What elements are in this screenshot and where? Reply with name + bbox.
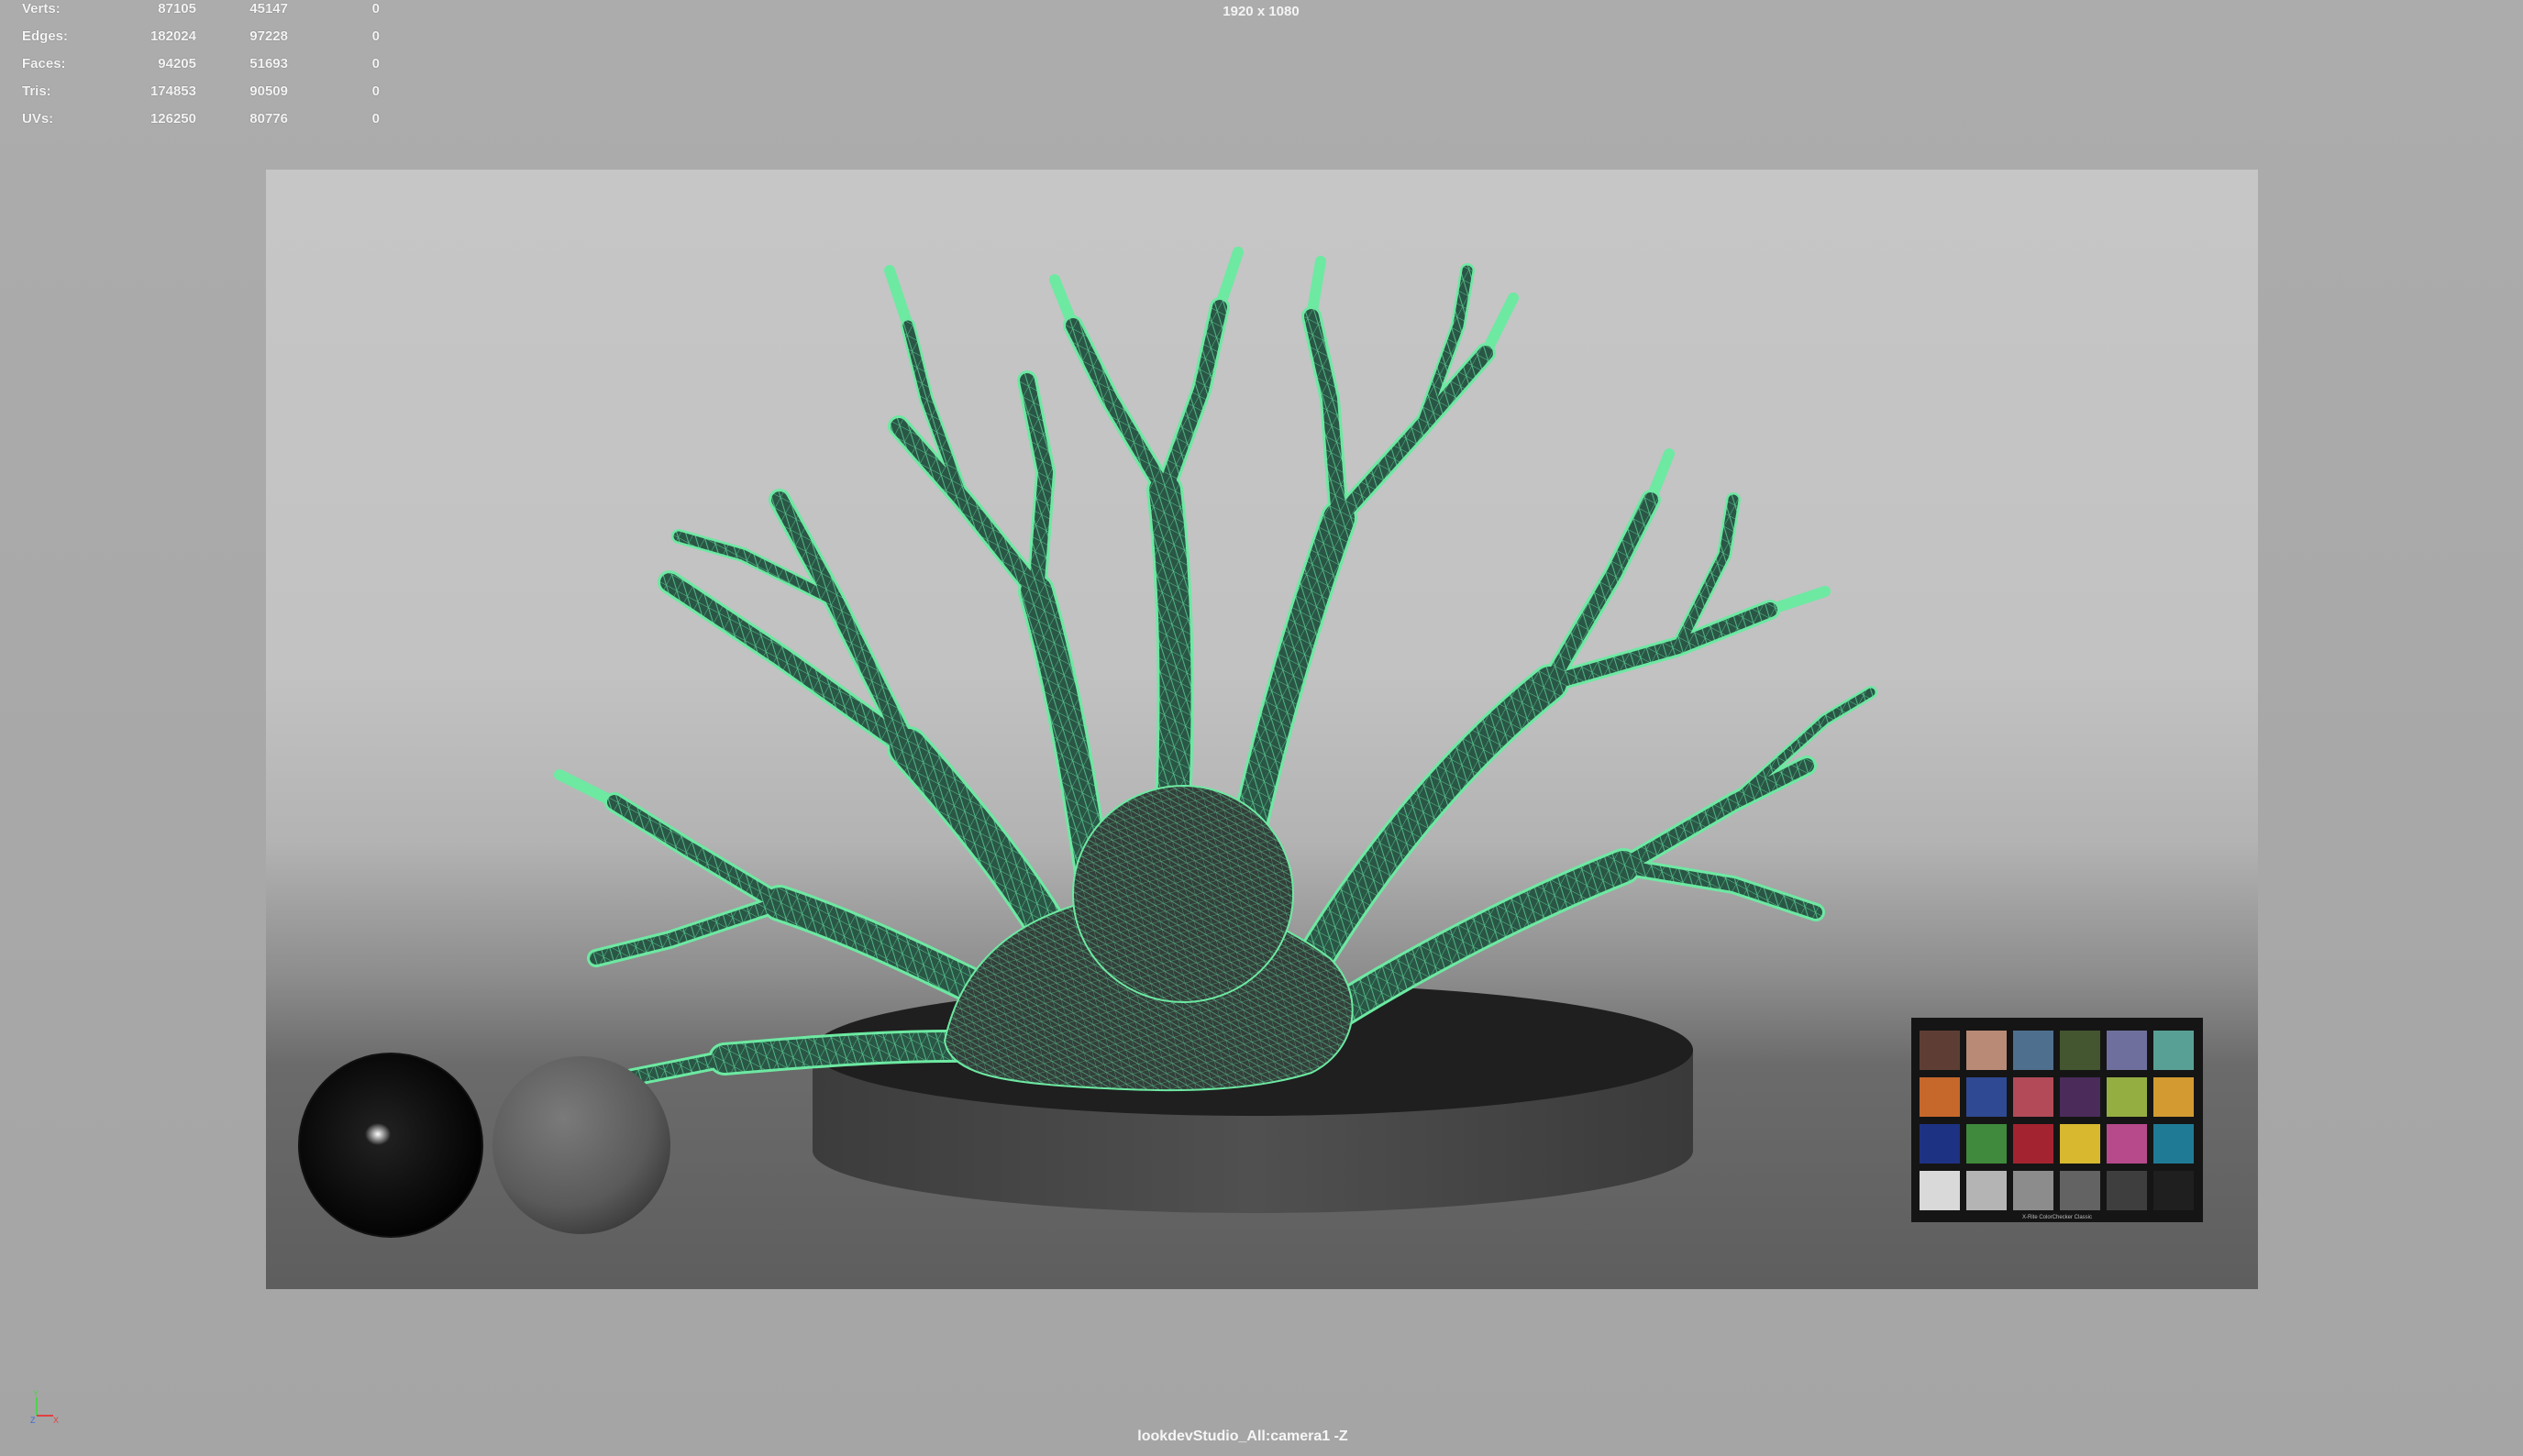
swatch-grid: [1920, 1031, 2196, 1210]
color-swatch: [2153, 1031, 2194, 1070]
axis-gizmo-icon: Y Z X: [30, 1389, 59, 1425]
color-swatch: [1966, 1124, 2007, 1164]
axis-y-label: Y: [33, 1389, 39, 1398]
color-swatch: [2107, 1124, 2147, 1164]
color-swatch: [2153, 1077, 2194, 1117]
hud-value: 45147: [249, 1, 288, 17]
hud-value: 87105: [158, 1, 196, 17]
hud-row-edges: Edges: 182024 97228 0: [22, 28, 380, 55]
color-swatch: [1920, 1077, 1960, 1117]
resolution-gate[interactable]: X-Rite ColorChecker Classic: [266, 170, 2258, 1289]
color-swatch: [2060, 1124, 2100, 1164]
hud-row-faces: Faces: 94205 51693 0: [22, 55, 380, 83]
color-swatch: [2107, 1171, 2147, 1210]
color-swatch: [2060, 1031, 2100, 1070]
lookdev-spheres: [298, 1053, 670, 1238]
hud-label: Faces:: [22, 56, 66, 72]
color-swatch: [2060, 1077, 2100, 1117]
hud-value: 80776: [249, 111, 288, 127]
color-checker-chart: X-Rite ColorChecker Classic: [1911, 1018, 2203, 1222]
color-swatch: [2060, 1171, 2100, 1210]
hud-value: 0: [371, 83, 380, 99]
color-swatch: [1920, 1124, 1960, 1164]
grey-sphere: [492, 1056, 670, 1234]
color-swatch: [2153, 1124, 2194, 1164]
hud-label: Edges:: [22, 28, 69, 44]
color-swatch: [2013, 1171, 2053, 1210]
color-swatch: [2013, 1077, 2053, 1117]
color-swatch: [2013, 1031, 2053, 1070]
color-swatch: [2107, 1077, 2147, 1117]
hud-value: 0: [371, 56, 380, 72]
color-swatch: [1966, 1171, 2007, 1210]
hud-label: UVs:: [22, 111, 54, 127]
resolution-gate-label: 1920 x 1080: [1223, 4, 1300, 19]
poly-count-hud: Verts: 87105 45147 0 Edges: 182024 97228…: [22, 0, 380, 138]
hud-value: 97228: [249, 28, 288, 44]
hud-row-verts: Verts: 87105 45147 0: [22, 0, 380, 28]
color-swatch: [1966, 1031, 2007, 1070]
color-swatch: [2153, 1171, 2194, 1210]
color-swatch: [1966, 1077, 2007, 1117]
hud-value: 90509: [249, 83, 288, 99]
hud-value: 94205: [158, 56, 196, 72]
hud-value: 51693: [249, 56, 288, 72]
hud-label: Tris:: [22, 83, 51, 99]
coral-model: [554, 247, 1877, 1105]
axis-z-label: Z: [30, 1416, 36, 1425]
hud-value: 174853: [149, 83, 196, 99]
hud-label: Verts:: [22, 1, 61, 17]
hud-row-tris: Tris: 174853 90509 0: [22, 83, 380, 110]
camera-name-label: lookdevStudio_All:camera1 -Z: [1137, 1428, 1348, 1444]
hud-value: 0: [371, 111, 380, 127]
chart-caption: X-Rite ColorChecker Classic: [2021, 1215, 2093, 1220]
color-swatch: [2107, 1031, 2147, 1070]
hud-value: 0: [371, 1, 380, 17]
color-swatch: [1920, 1031, 1960, 1070]
chrome-sphere: [298, 1053, 483, 1238]
viewport-panel[interactable]: Verts: 87105 45147 0 Edges: 182024 97228…: [0, 0, 2523, 1456]
hud-value: 0: [371, 28, 380, 44]
hud-row-uvs: UVs: 126250 80776 0: [22, 110, 380, 138]
axis-x-label: X: [53, 1416, 59, 1425]
color-swatch: [2013, 1124, 2053, 1164]
hud-value: 182024: [149, 28, 196, 44]
color-swatch: [1920, 1171, 1960, 1210]
hud-value: 126250: [149, 111, 196, 127]
